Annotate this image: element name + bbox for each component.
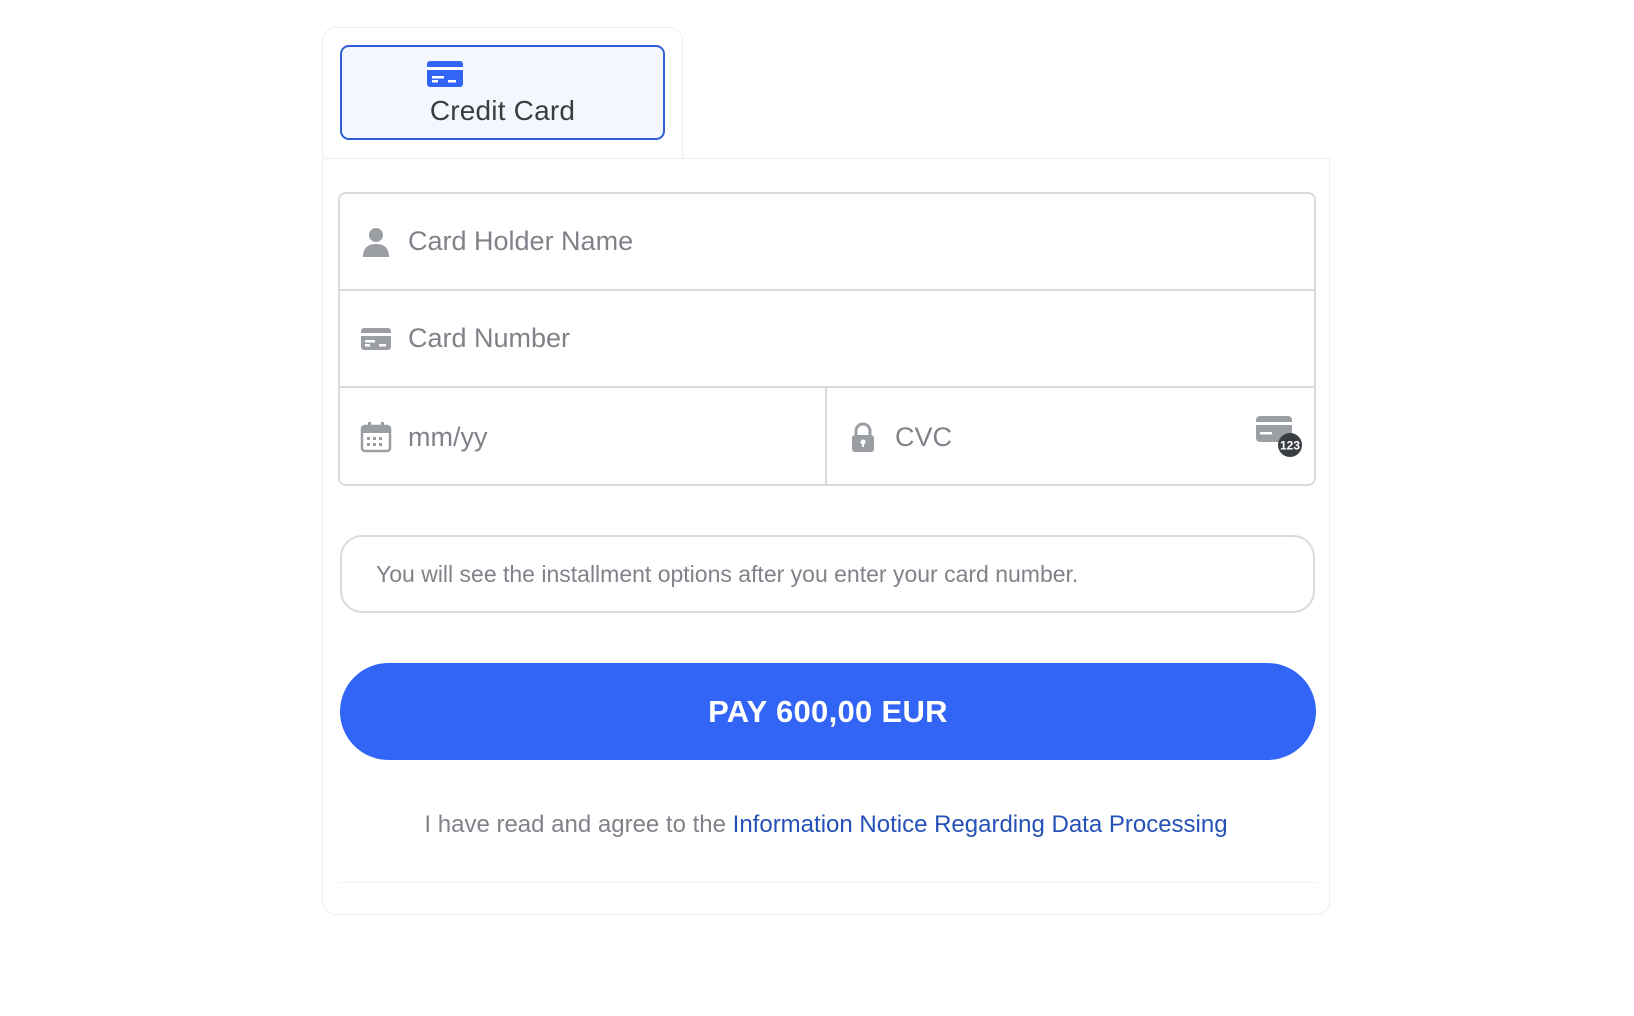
credit-card-icon [427, 61, 463, 87]
credit-card-icon [361, 327, 391, 350]
cvc-cell: 123 [827, 388, 1314, 484]
card-number-input[interactable] [408, 291, 1294, 386]
pay-button[interactable]: PAY 600,00 EUR [340, 663, 1316, 760]
card-number-row [340, 291, 1314, 388]
expiry-date-input[interactable] [408, 388, 805, 484]
card-cvc-hint-icon: 123 [1256, 416, 1302, 457]
payment-method-tabs: Credit Card [322, 27, 683, 159]
card-holder-name-input[interactable] [408, 194, 1294, 289]
tab-credit-card-label: Credit Card [429, 95, 576, 126]
calendar-icon [360, 422, 392, 453]
tab-credit-card[interactable]: Credit Card [340, 45, 665, 140]
agreement-text: I have read and agree to the Information… [323, 811, 1329, 839]
card-inputs-group: 123 [338, 192, 1316, 486]
agreement-prefix: I have read and agree to the [424, 811, 726, 838]
data-processing-notice-link[interactable]: Information Notice Regarding Data Proces… [733, 811, 1228, 838]
card-holder-row [340, 194, 1314, 291]
cvc-badge-text: 123 [1280, 439, 1300, 453]
cvc-input[interactable] [895, 388, 1234, 484]
divider [340, 882, 1316, 883]
credit-card-form-panel: 123 You will see the installment options… [322, 158, 1330, 915]
expiry-cell [340, 388, 827, 484]
installment-info: You will see the installment options aft… [340, 535, 1315, 613]
user-icon [363, 227, 389, 257]
lock-icon [852, 422, 874, 452]
expiry-cvc-row: 123 [340, 388, 1314, 484]
